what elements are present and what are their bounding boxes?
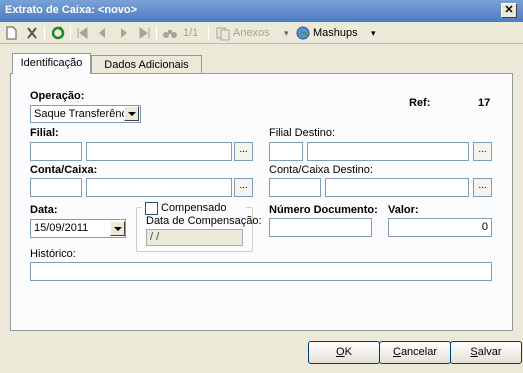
- filial-label: Filial:: [30, 127, 59, 139]
- ref-label: Ref:: [409, 97, 431, 109]
- historico-label: Histórico:: [30, 248, 76, 260]
- compensado-label: Compensado: [161, 202, 227, 214]
- historico-input[interactable]: [30, 262, 492, 281]
- cancel-hotkey: C: [392, 346, 401, 358]
- conta-code-input[interactable]: [30, 178, 82, 197]
- title-bar: Extrato de Caixa: <novo> ✕: [0, 0, 523, 22]
- conta-destino-name-input[interactable]: [325, 178, 469, 197]
- new-document-icon[interactable]: [5, 25, 17, 41]
- window-title: Extrato de Caixa: <novo>: [5, 4, 138, 16]
- filial-name-input[interactable]: [86, 142, 232, 161]
- first-record-icon[interactable]: [76, 25, 88, 41]
- tab-identificacao[interactable]: Identificação: [12, 53, 91, 74]
- filial-destino-code-input[interactable]: [269, 142, 303, 161]
- data-calendar-button[interactable]: [110, 221, 125, 236]
- numero-documento-label: Número Documento:: [269, 204, 378, 216]
- refresh-icon[interactable]: [50, 25, 66, 41]
- delete-icon[interactable]: [25, 25, 39, 41]
- filial-destino-label: Filial Destino:: [269, 127, 336, 139]
- cancel-label-rest: ancelar: [400, 346, 438, 358]
- filial-lookup-button[interactable]: ...: [234, 142, 253, 161]
- data-label: Data:: [30, 204, 58, 216]
- next-record-icon[interactable]: [119, 25, 129, 41]
- data-value: 15/09/2011: [34, 222, 89, 234]
- globe-icon[interactable]: [295, 25, 311, 41]
- attachments-dropdown-icon[interactable]: ▾: [284, 25, 289, 41]
- conta-label: Conta/Caixa:: [30, 164, 98, 176]
- mashups-dropdown-icon[interactable]: ▾: [371, 25, 376, 41]
- operacao-dropdown-button[interactable]: [124, 106, 139, 121]
- conta-destino-lookup-button[interactable]: ...: [473, 178, 492, 197]
- previous-record-icon[interactable]: [97, 25, 107, 41]
- mashups-label[interactable]: Mashups: [313, 25, 358, 41]
- data-compensacao-input[interactable]: / /: [146, 229, 243, 246]
- valor-label: Valor:: [388, 204, 419, 216]
- binoculars-icon[interactable]: [162, 25, 178, 41]
- conta-destino-label: Conta/Caixa Destino:: [269, 164, 373, 176]
- compensado-checkbox[interactable]: [145, 202, 158, 215]
- attachments-label[interactable]: Anexos: [233, 25, 270, 41]
- operacao-label: Operação:: [30, 90, 85, 102]
- ok-hotkey: O: [336, 346, 345, 358]
- operacao-value: Saque Transferência: [34, 108, 136, 120]
- numero-documento-input[interactable]: [269, 218, 372, 237]
- conta-lookup-button[interactable]: ...: [234, 178, 253, 197]
- toolbar: 1/1 Anexos ▾ Mashups ▾: [0, 22, 523, 44]
- valor-input[interactable]: 0: [388, 218, 492, 237]
- tab-dados-adicionais[interactable]: Dados Adicionais: [91, 55, 202, 75]
- save-hotkey: S: [470, 346, 478, 358]
- data-compensacao-label: Data de Compensação:: [146, 215, 262, 227]
- ref-value: 17: [478, 97, 491, 109]
- save-button[interactable]: Salvar: [450, 341, 522, 364]
- ok-button[interactable]: OK: [308, 341, 380, 364]
- attachments-icon[interactable]: [215, 25, 231, 41]
- record-position: 1/1: [183, 27, 199, 39]
- filial-destino-name-input[interactable]: [307, 142, 469, 161]
- last-record-icon[interactable]: [139, 25, 151, 41]
- filial-destino-lookup-button[interactable]: ...: [473, 142, 492, 161]
- cancel-button[interactable]: Cancelar: [379, 341, 451, 364]
- filial-code-input[interactable]: [30, 142, 82, 161]
- conta-name-input[interactable]: [86, 178, 232, 197]
- ok-label-rest: K: [344, 346, 352, 358]
- conta-destino-code-input[interactable]: [269, 178, 321, 197]
- save-label-rest: alvar: [477, 346, 502, 358]
- close-button[interactable]: ✕: [501, 3, 517, 18]
